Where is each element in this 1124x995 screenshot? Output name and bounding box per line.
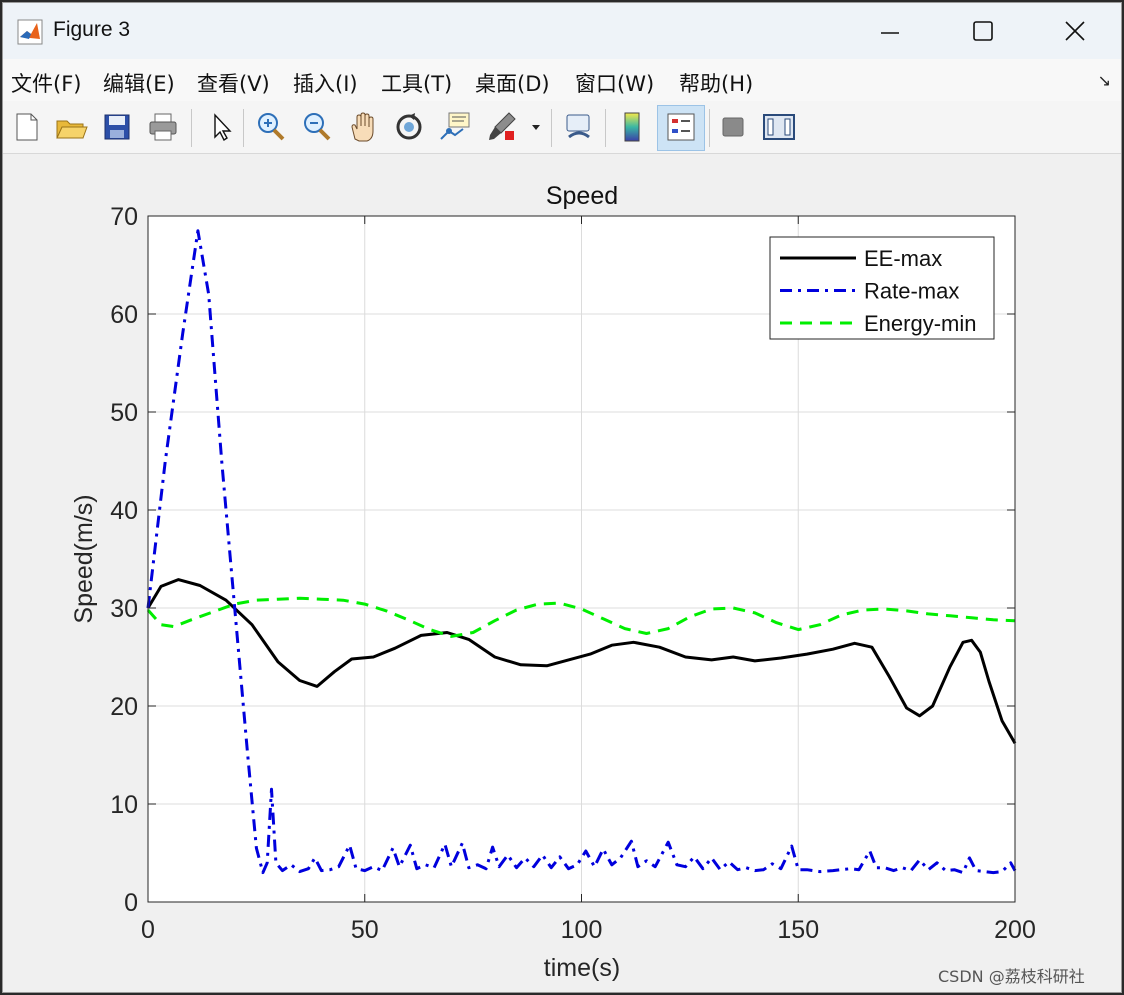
y-axis-label: Speed(m/s) xyxy=(70,494,98,623)
x-axis-label: time(s) xyxy=(544,954,620,982)
x-tick-label: 50 xyxy=(351,916,379,944)
watermark: CSDN @荔枝科研社 xyxy=(938,967,1085,986)
y-tick-label: 50 xyxy=(110,399,138,427)
y-tick-label: 40 xyxy=(110,497,138,525)
y-tick-label: 70 xyxy=(110,203,138,231)
chart-title: Speed xyxy=(546,182,618,210)
x-tick-label: 100 xyxy=(561,916,603,944)
y-tick-label: 0 xyxy=(124,889,138,917)
speed-plot[interactable]: 0 50 100 150 200 0 10 20 30 40 50 60 70 Speed time(s… xyxy=(0,0,1124,995)
y-tick-label: 30 xyxy=(110,595,138,623)
legend[interactable]: EE-max Rate-max Energy-min xyxy=(769,236,995,340)
y-tick-label: 10 xyxy=(110,791,138,819)
y-tick-label: 20 xyxy=(110,693,138,721)
legend-label: Rate-max xyxy=(864,279,959,304)
x-tick-label: 150 xyxy=(777,916,819,944)
x-tick-label: 0 xyxy=(141,916,155,944)
legend-label: Energy-min xyxy=(864,311,976,336)
y-tick-label: 60 xyxy=(110,301,138,329)
x-tick-label: 200 xyxy=(994,916,1036,944)
legend-label: EE-max xyxy=(864,246,942,271)
